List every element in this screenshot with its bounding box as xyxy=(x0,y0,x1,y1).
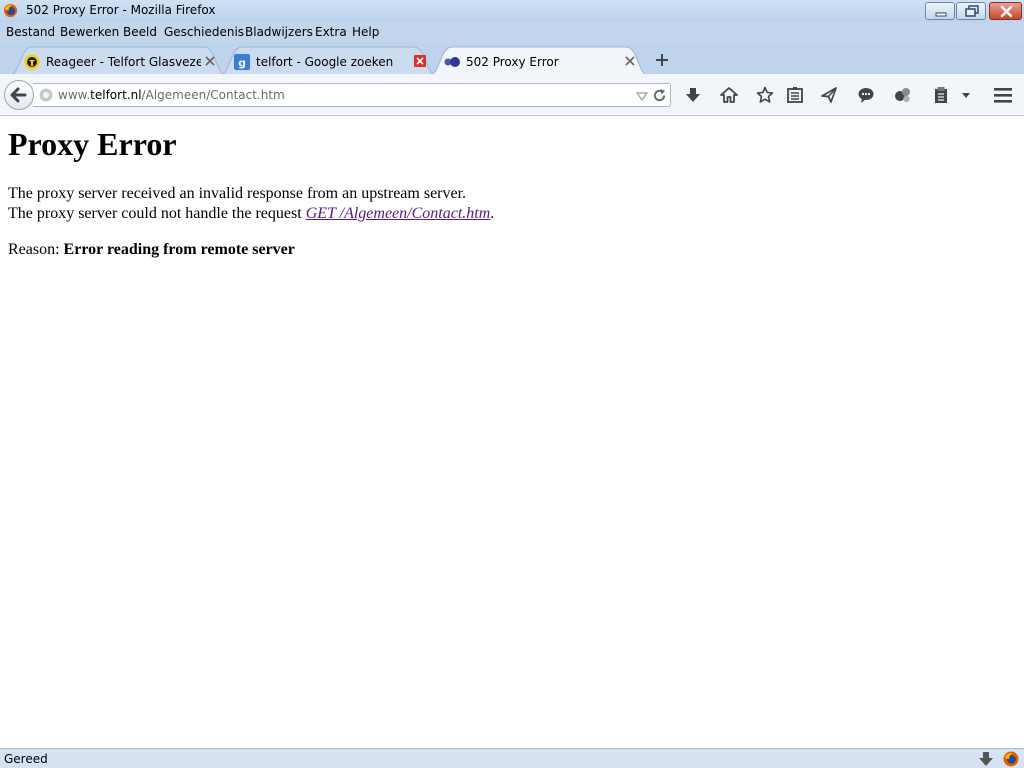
close-icon xyxy=(1000,5,1013,18)
addon-icon[interactable] xyxy=(894,86,912,104)
url-bar[interactable]: www.telfort.nl/Algemeen/Contact.htm xyxy=(33,83,671,107)
menu-bladwijzers[interactable]: Bladwijzers xyxy=(245,25,313,39)
request-prefix: The proxy server could not handle the re… xyxy=(8,205,306,222)
status-text: Gereed xyxy=(4,752,48,766)
bookmark-star-icon[interactable] xyxy=(756,86,774,104)
url-text: www.telfort.nl/Algemeen/Contact.htm xyxy=(58,88,285,102)
error-request-line: The proxy server could not handle the re… xyxy=(8,205,494,223)
menu-help[interactable]: Help xyxy=(352,25,379,39)
home-icon[interactable] xyxy=(720,86,738,104)
window-title: 502 Proxy Error - Mozilla Firefox xyxy=(26,3,216,17)
tab-label: 502 Proxy Error xyxy=(466,55,559,69)
tab-label: Reageer - Telfort Glasvezel ... xyxy=(46,55,201,69)
loading-dots-icon xyxy=(444,57,460,67)
url-host: telfort.nl xyxy=(90,88,142,102)
menu-bar: Bestand Bewerken Beeld Geschiedenis Blad… xyxy=(0,22,1024,43)
tab-reageer-telfort[interactable]: Reageer - Telfort Glasvezel ... xyxy=(10,46,226,75)
tab-google-search[interactable]: g telfort - Google zoeken xyxy=(220,46,436,75)
url-prefix: www. xyxy=(58,88,91,102)
error-description: The proxy server received an invalid res… xyxy=(8,185,467,202)
firefox-icon xyxy=(3,3,18,18)
navigation-toolbar: www.telfort.nl/Algemeen/Contact.htm xyxy=(0,74,1024,116)
restore-icon xyxy=(965,5,979,17)
title-bar: 502 Proxy Error - Mozilla Firefox xyxy=(0,0,1024,22)
close-button[interactable] xyxy=(989,2,1022,20)
tab-strip: Reageer - Telfort Glasvezel ... g telfor… xyxy=(0,43,1024,75)
new-tab-icon[interactable] xyxy=(653,51,671,69)
menu-beeld[interactable]: Beeld xyxy=(123,25,157,39)
menu-geschiedenis[interactable]: Geschiedenis xyxy=(164,25,244,39)
globe-icon xyxy=(39,88,53,102)
google-favicon-icon: g xyxy=(234,54,250,70)
url-path: /Algemeen/Contact.htm xyxy=(141,88,285,102)
minimize-icon xyxy=(935,12,947,17)
back-arrow-icon xyxy=(10,87,27,103)
svg-text:g: g xyxy=(238,57,246,70)
history-dropdown-icon[interactable] xyxy=(636,90,648,102)
tab-close-icon[interactable] xyxy=(624,55,636,67)
back-button[interactable] xyxy=(4,80,34,110)
telfort-favicon-icon xyxy=(24,54,40,70)
send-icon[interactable] xyxy=(820,86,838,104)
reload-icon[interactable] xyxy=(652,88,667,103)
hamburger-menu-icon[interactable] xyxy=(993,86,1013,104)
reason-label: Reason: xyxy=(8,241,64,258)
tab-close-icon[interactable] xyxy=(204,55,216,67)
browser-window: 502 Proxy Error - Mozilla Firefox Bestan… xyxy=(0,0,1024,768)
menu-bestand[interactable]: Bestand xyxy=(6,25,55,39)
reading-list-icon[interactable] xyxy=(786,86,804,104)
error-reason: Reason: Error reading from remote server xyxy=(8,241,295,259)
tab-proxy-error[interactable]: 502 Proxy Error xyxy=(430,46,648,75)
reason-value: Error reading from remote server xyxy=(63,241,295,258)
request-suffix: . xyxy=(490,205,495,222)
page-title: Proxy Error xyxy=(8,126,177,162)
restore-button[interactable] xyxy=(956,2,986,20)
tab-label: telfort - Google zoeken xyxy=(256,55,394,69)
status-download-icon[interactable] xyxy=(978,751,994,767)
firefox-status-icon[interactable] xyxy=(1003,751,1019,767)
tab-close-hover-icon[interactable] xyxy=(414,55,426,67)
dropdown-arrow-icon[interactable] xyxy=(958,88,974,102)
clipboard-icon[interactable] xyxy=(932,86,950,104)
menu-extra[interactable]: Extra xyxy=(315,25,347,39)
request-link[interactable]: GET /Algemeen/Contact.htm xyxy=(306,205,491,222)
status-bar: Gereed xyxy=(0,748,1024,768)
minimize-button[interactable] xyxy=(925,2,955,20)
chat-icon[interactable] xyxy=(857,86,875,104)
download-icon[interactable] xyxy=(684,86,702,104)
menu-bewerken[interactable]: Bewerken xyxy=(60,25,119,39)
page-content: Proxy Error The proxy server received an… xyxy=(0,117,1024,748)
